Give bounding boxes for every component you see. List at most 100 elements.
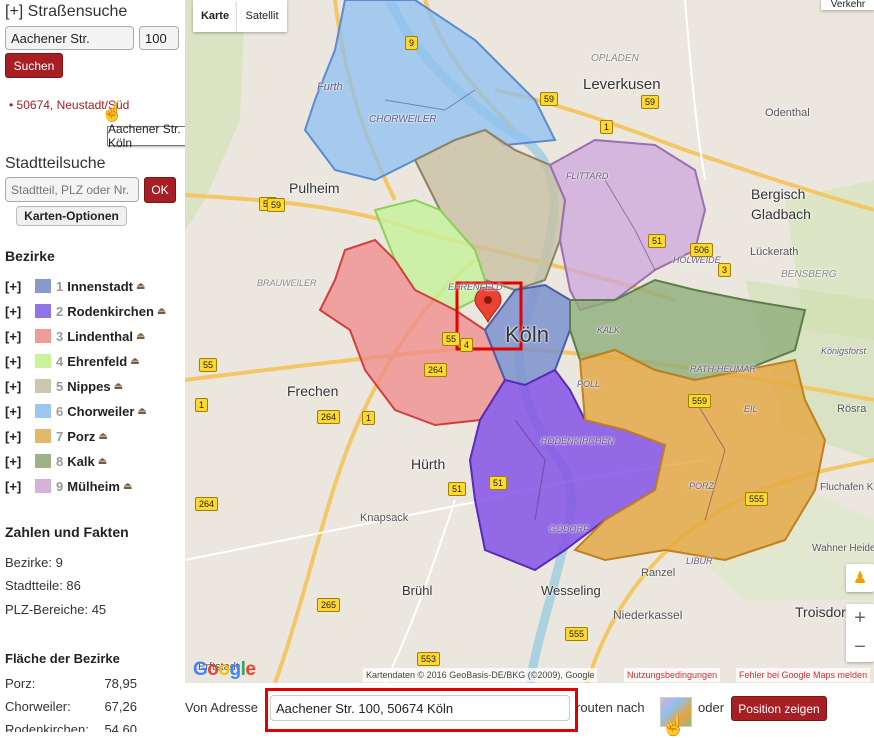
expand-toggle[interactable]: [+] [5,279,35,294]
terms-link[interactable]: Nutzungsbedingungen [624,668,721,682]
district-color-swatch [35,354,51,368]
download-icon[interactable]: ⏏ [137,406,146,417]
map-label: Köln [505,322,550,347]
map-label: Knapsack [360,512,409,524]
map-label: Gladbach [751,206,811,222]
hand-cursor-icon: ☝ [661,715,686,737]
street-input[interactable] [5,26,134,50]
expand-toggle[interactable]: [+] [5,304,35,319]
report-error-link[interactable]: Fehler bei Google Maps melden [736,668,871,682]
map-label: Wesseling [541,583,601,598]
download-icon[interactable]: ⏏ [98,456,107,467]
districts-heading: Bezirke [5,248,55,264]
district-search-input[interactable] [5,177,139,202]
road-shield: 555 [565,627,589,641]
fact-line: Bezirke: 9 [5,555,63,570]
tab-traffic[interactable]: Verkehr [821,0,874,10]
fact-line: PLZ-Bereiche: 45 [5,602,107,617]
download-icon[interactable]: ⏏ [123,481,132,492]
district-item[interactable]: [+] 4 Ehrenfeld ⏏ [5,352,140,370]
download-icon[interactable]: ⏏ [98,431,107,442]
district-color-swatch [35,479,51,493]
zoom-in-button[interactable]: + [846,604,874,633]
district-number: 1 [56,278,64,294]
district-color-swatch [35,404,51,418]
area-row: Porz: 78,95 [5,676,137,691]
road-shield: 1 [600,120,614,134]
area-value: 54,60 [104,722,137,732]
map-canvas[interactable]: Köln Leverkusen Bergisch Gladbach Pulheim Fre… [185,0,874,683]
house-number-input[interactable] [139,26,179,50]
show-position-button[interactable]: Position zeigen [731,696,827,721]
map-label: Niederkassel [613,608,683,622]
district-item[interactable]: [+] 6 Chorweiler ⏏ [5,402,147,420]
district-item[interactable]: [+] 3 Lindenthal ⏏ [5,327,145,345]
road-shield: 559 [688,394,712,408]
route-bar: Von Adresse routen nach ☝ oder Position … [185,683,874,737]
district-name[interactable]: Rodenkirchen [67,304,154,319]
expand-toggle[interactable]: [+] [5,379,35,394]
map-label: Bergisch [751,186,806,202]
district-item[interactable]: [+] 7 Porz ⏏ [5,427,108,445]
district-color-swatch [35,279,51,293]
district-item[interactable]: [+] 2 Rodenkirchen ⏏ [5,302,166,320]
address-input[interactable] [270,695,570,721]
area-value: 78,95 [104,676,137,691]
district-name[interactable]: Innenstadt [67,279,133,294]
expand-toggle[interactable]: [+] [5,454,35,469]
map-label: Pulheim [289,180,340,196]
district-color-swatch [35,429,51,443]
expand-toggle[interactable]: [+] [5,404,35,419]
area-label: Rodenkirchen: [5,722,89,732]
zoom-out-button[interactable]: − [846,633,874,662]
district-name[interactable]: Porz [67,429,95,444]
street-search-heading[interactable]: [+] Straßensuche [5,3,127,21]
download-icon[interactable]: ⏏ [157,306,166,317]
expand-toggle[interactable]: [+] [5,354,35,369]
map-label: Ranzel [641,567,676,579]
road-shield: 51 [489,476,508,490]
tab-map[interactable]: Karte [193,0,237,32]
expand-toggle[interactable]: [+] [5,479,35,494]
google-logo: Google [193,659,256,681]
bullet-icon: • [9,98,14,112]
download-icon[interactable]: ⏏ [114,381,123,392]
map-options-button[interactable]: Karten-Optionen [16,206,127,226]
district-item[interactable]: [+] 8 Kalk ⏏ [5,452,107,470]
map-label: GODORF [549,524,589,534]
map-label: OPLADEN [591,53,639,64]
download-icon[interactable]: ⏏ [130,356,139,367]
result-tooltip: Aachener Str. 100, 50674 Köln [107,122,185,150]
search-button[interactable]: Suchen [5,53,63,78]
district-item[interactable]: [+] 1 Innenstadt ⏏ [5,277,145,295]
map-label: Rösra [837,403,867,415]
road-shield: 59 [641,95,660,109]
district-name[interactable]: Mülheim [67,479,120,494]
expand-toggle[interactable]: [+] [5,329,35,344]
ok-button[interactable]: OK [144,177,176,203]
district-item[interactable]: [+] 9 Mülheim ⏏ [5,477,132,495]
area-label: Porz: [5,676,36,691]
download-icon[interactable]: ⏏ [136,331,145,342]
area-row: Rodenkirchen: 54,60 [5,722,137,732]
district-item[interactable]: [+] 5 Nippes ⏏ [5,377,123,395]
map-label: Hürth [411,456,446,472]
district-name[interactable]: Ehrenfeld [67,354,127,369]
district-name[interactable]: Chorweiler [67,404,134,419]
or-label: oder [698,700,725,715]
district-name[interactable]: Lindenthal [67,329,133,344]
expand-toggle[interactable]: [+] [5,429,35,444]
road-shield: 553 [417,652,441,666]
district-number: 9 [56,478,64,494]
district-name[interactable]: Kalk [67,454,94,469]
map-label: Leverkusen [583,76,661,93]
district-color-swatch [35,304,51,318]
road-shield: 3 [718,263,732,277]
road-shield: 506 [690,243,714,257]
road-shield: 1 [362,411,376,425]
tab-satellite[interactable]: Satellit [237,0,287,32]
download-icon[interactable]: ⏏ [136,281,145,292]
road-shield: 264 [424,363,448,377]
district-name[interactable]: Nippes [67,379,110,394]
street-view-pegman-icon[interactable]: ♟ [846,564,874,592]
